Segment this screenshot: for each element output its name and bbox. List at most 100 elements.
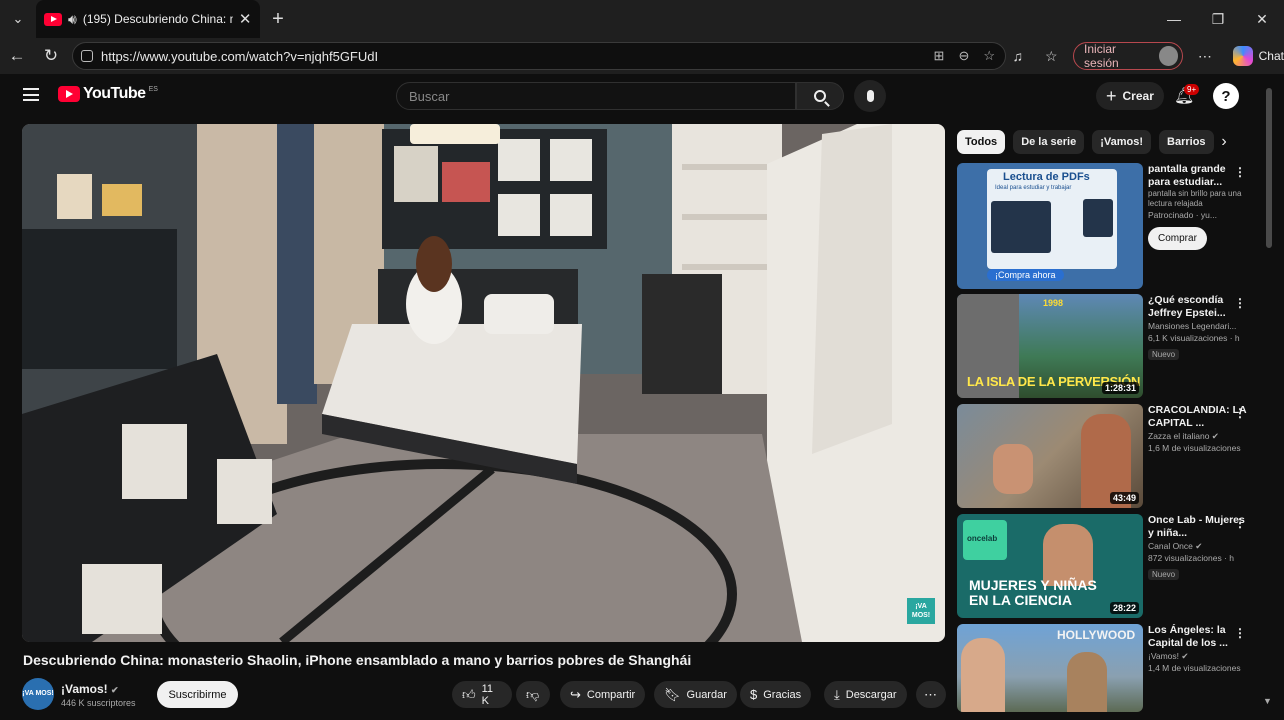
more-options-icon[interactable]: ⋮ — [1234, 165, 1246, 179]
search-button[interactable] — [796, 82, 844, 110]
browser-tab-active[interactable]: 🔊︎ (195) Descubriendo China: m ✕ — [36, 0, 260, 38]
thumb-caption: HOLLYWOOD — [1057, 628, 1136, 642]
more-options-icon[interactable]: ⋮ — [1234, 296, 1246, 310]
youtube-logo[interactable]: YouTube ES — [58, 85, 158, 103]
search-input[interactable]: Buscar — [396, 82, 796, 110]
recommendation-item[interactable]: 1998 LA ISLA DE LA PERVERSIÓN 1:28:31 ¿Q… — [957, 294, 1257, 398]
chip-de-la-serie[interactable]: De la serie — [1013, 130, 1085, 154]
more-actions-button[interactable]: ⋯ — [916, 681, 946, 708]
chip-vamos[interactable]: ¡Vamos! — [1092, 130, 1152, 154]
favorites-icon[interactable]: ☆ — [1040, 44, 1064, 68]
menu-hamburger-icon[interactable] — [23, 88, 39, 101]
copilot-chat-button[interactable]: Chat — [1232, 46, 1284, 66]
plus-icon: + — [1106, 85, 1117, 106]
recommendation-channel[interactable]: Mansiones Legendari... — [1148, 320, 1248, 332]
sign-in-button[interactable]: Iniciar sesión — [1073, 42, 1184, 70]
share-label: Compartir — [586, 688, 636, 701]
microphone-icon — [866, 90, 874, 102]
recommendation-title[interactable]: ¿Qué escondía Jeffrey Epstei... — [1148, 294, 1248, 320]
country-code: ES — [148, 85, 158, 93]
more-horizontal-icon: ⋯ — [924, 686, 937, 702]
app-available-icon[interactable]: ⊞ — [934, 48, 945, 64]
url-text[interactable]: https://www.youtube.com/watch?v=njqhf5GF… — [101, 49, 378, 64]
favorite-star-icon[interactable]: ☆ — [983, 48, 995, 64]
recommendation-thumbnail[interactable]: Lectura de PDFs Ideal para estudiar y tr… — [957, 163, 1143, 289]
recommendation-thumbnail[interactable]: HOLLYWOOD — [957, 624, 1143, 712]
close-window-icon[interactable]: ✕ — [1240, 0, 1284, 38]
recommendation-channel[interactable]: Zazza el italiano ✔︎ — [1148, 430, 1248, 442]
more-options-icon[interactable]: ⋮ — [1234, 626, 1246, 640]
create-button[interactable]: + Crear — [1096, 82, 1164, 110]
audio-playing-icon[interactable]: 🔊︎ — [68, 11, 77, 28]
maximize-icon[interactable]: ❐ — [1196, 0, 1240, 38]
scroll-down-arrow-icon[interactable]: ▼ — [1263, 696, 1272, 706]
save-button[interactable]: 🔖︎ Guardar — [654, 681, 737, 708]
search-icon — [814, 90, 826, 102]
media-control-icon[interactable]: ♫ — [1006, 44, 1030, 68]
sign-in-label: Iniciar sesión — [1084, 42, 1119, 70]
thumb-year: 1998 — [1043, 298, 1064, 308]
share-arrow-icon: ↪ — [570, 686, 581, 702]
more-menu-icon[interactable]: ⋯ — [1193, 44, 1217, 68]
channel-name[interactable]: ¡Vamos! ✔︎ — [61, 682, 119, 696]
verified-check-icon: ✔︎ — [111, 685, 119, 695]
sponsored-recommendation[interactable]: Lectura de PDFs Ideal para estudiar y tr… — [957, 163, 1257, 289]
more-options-icon[interactable]: ⋮ — [1234, 406, 1246, 420]
channel-text: Canal Once — [1148, 541, 1193, 551]
site-info-icon[interactable] — [81, 50, 93, 62]
buy-button[interactable]: Comprar — [1148, 227, 1207, 250]
tab-title: (195) Descubriendo China: m — [82, 12, 233, 26]
page-scrollbar[interactable] — [1266, 88, 1272, 248]
youtube-favicon-icon — [44, 12, 62, 26]
address-bar[interactable]: https://www.youtube.com/watch?v=njqhf5GF… — [72, 42, 1006, 70]
recommendation-item[interactable]: oncelab MUJERES Y NIÑAS EN LA CIENCIA 28… — [957, 514, 1257, 618]
presenter-image — [961, 638, 1005, 712]
channel-avatar[interactable]: ¡VA MOS! — [22, 678, 54, 710]
channel-text: Zazza el italiano — [1148, 431, 1210, 441]
recommendation-item[interactable]: 43:49 CRACOLANDIA: LA CAPITAL ... Zazza … — [957, 404, 1257, 508]
tab-actions-chevron-icon[interactable]: ⌄ — [0, 0, 36, 38]
channel-watermark-logo[interactable]: ¡VA MOS! — [907, 598, 935, 624]
verified-check-icon: ✔︎ — [1181, 651, 1189, 661]
verified-check-icon: ✔︎ — [1211, 431, 1219, 441]
recommendation-title[interactable]: Los Ángeles: la Capital de los ... — [1148, 624, 1248, 650]
recommendation-channel[interactable]: ¡Vamos! ✔︎ — [1148, 650, 1248, 662]
thanks-button[interactable]: $ Gracias — [740, 681, 812, 708]
like-button[interactable]: 👍︎ 11 K — [452, 681, 512, 708]
recommendation-info: Los Ángeles: la Capital de los ... ¡Vamo… — [1148, 624, 1248, 674]
download-button[interactable]: ⤓ Descargar — [824, 681, 907, 708]
new-tab-button[interactable]: + — [260, 0, 296, 38]
chevron-right-icon[interactable]: › — [1214, 130, 1234, 154]
recommendation-title[interactable]: Once Lab - Mujeres y niña... — [1148, 514, 1248, 540]
download-icon: ⤓ — [834, 686, 840, 702]
recommendation-thumbnail[interactable]: oncelab MUJERES Y NIÑAS EN LA CIENCIA 28… — [957, 514, 1143, 618]
window-controls: — ❐ ✕ — [1152, 0, 1284, 38]
dislike-button[interactable]: 👎︎ — [516, 681, 550, 708]
recommendation-info: Once Lab - Mujeres y niña... Canal Once … — [1148, 514, 1248, 582]
recommendation-thumbnail[interactable]: 1998 LA ISLA DE LA PERVERSIÓN 1:28:31 — [957, 294, 1143, 398]
recommendation-thumbnail[interactable]: 43:49 — [957, 404, 1143, 508]
video-player[interactable]: ¡VA MOS! — [22, 124, 945, 642]
voice-search-button[interactable] — [854, 80, 886, 112]
more-options-icon[interactable]: ⋮ — [1234, 516, 1246, 530]
related-filter-chips: Todos De la serie ¡Vamos! Barrios — [957, 130, 1214, 154]
create-label: Crear — [1122, 89, 1154, 103]
back-button[interactable]: ← — [0, 38, 34, 74]
recommendation-title[interactable]: CRACOLANDIA: LA CAPITAL ... — [1148, 404, 1248, 430]
recommendation-channel[interactable]: Canal Once ✔︎ — [1148, 540, 1248, 552]
hand-image — [993, 444, 1033, 494]
chip-barrios[interactable]: Barrios — [1159, 130, 1214, 154]
zoom-icon[interactable]: ⊖ — [958, 48, 969, 64]
reload-button[interactable]: ↻ — [34, 38, 68, 74]
minimize-icon[interactable]: — — [1152, 0, 1196, 38]
recommendation-item[interactable]: HOLLYWOOD Los Ángeles: la Capital de los… — [957, 624, 1257, 712]
recommendation-title[interactable]: pantalla grande para estudiar... — [1148, 163, 1248, 189]
chip-todos[interactable]: Todos — [957, 130, 1006, 154]
thumb-caption: MUJERES Y NIÑAS EN LA CIENCIA — [969, 577, 1097, 608]
account-avatar[interactable]: ? — [1213, 83, 1239, 109]
close-tab-icon[interactable]: ✕ — [239, 10, 252, 28]
subscribe-button[interactable]: Suscribirme — [157, 681, 238, 708]
like-count: 11 K — [481, 682, 494, 707]
youtube-header: YouTube ES Buscar + Crear 🔔︎ 9+ ? — [0, 74, 1284, 118]
share-button[interactable]: ↪ Compartir — [560, 681, 646, 708]
